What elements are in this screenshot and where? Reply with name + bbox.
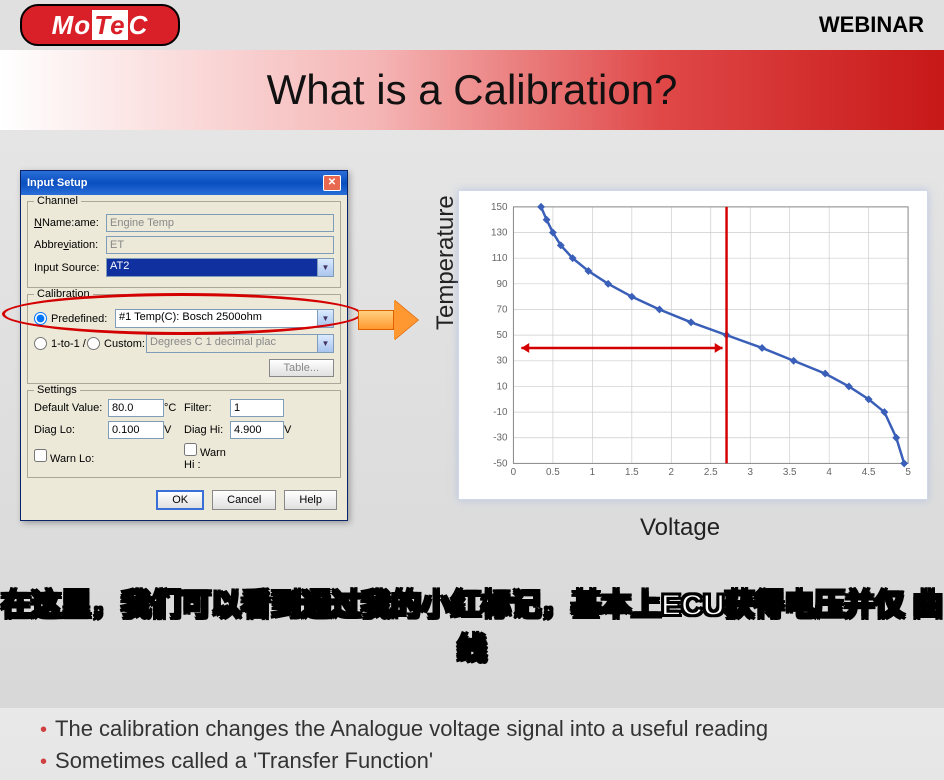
table-button[interactable]: Table... [269, 359, 334, 377]
arrow-icon [358, 300, 418, 340]
dialog-titlebar[interactable]: Input Setup ✕ [21, 171, 347, 195]
svg-text:110: 110 [492, 253, 508, 264]
bullet-1: •The calibration changes the Analogue vo… [40, 716, 768, 742]
input-source-value: AT2 [110, 260, 129, 272]
svg-text:-50: -50 [493, 458, 508, 469]
channel-legend: Channel [34, 195, 81, 207]
svg-text:5: 5 [905, 467, 911, 478]
logo-text: MoTeC [52, 10, 149, 41]
logo: MoTeC [20, 4, 180, 46]
svg-text:30: 30 [497, 356, 508, 367]
default-unit: °C [164, 402, 184, 414]
cancel-button[interactable]: Cancel [212, 490, 276, 510]
custom-value: Degrees C 1 decimal plac [150, 336, 276, 348]
custom-radio2[interactable] [87, 337, 100, 350]
chart-svg: 0 0.5 1 1.5 2 2.5 3 3.5 4 4.5 5 -50 -30 -10 10 30 50 70 90… [465, 197, 921, 493]
settings-legend: Settings [34, 384, 80, 396]
help-button[interactable]: Help [284, 490, 337, 510]
svg-text:3.5: 3.5 [783, 467, 797, 478]
dialog-title: Input Setup [27, 177, 88, 189]
diaglo-unit: V [164, 424, 184, 436]
warnhi-label: Warn Hi : [184, 443, 230, 471]
diaghi-field[interactable] [230, 421, 284, 439]
warnlo-label: Warn Lo: [34, 449, 108, 465]
svg-text:4.5: 4.5 [862, 467, 876, 478]
svg-text:-10: -10 [493, 407, 508, 418]
svg-text:0: 0 [511, 467, 517, 478]
svg-text:2: 2 [669, 467, 674, 478]
svg-text:0.5: 0.5 [546, 467, 560, 478]
bullet-list: •The calibration changes the Analogue vo… [40, 710, 768, 780]
bullet-2: •Sometimes called a 'Transfer Function' [40, 748, 768, 774]
slide-title: What is a Calibration? [0, 50, 944, 130]
svg-text:3: 3 [747, 467, 753, 478]
chevron-down-icon[interactable]: ▼ [317, 335, 333, 352]
chevron-down-icon[interactable]: ▼ [317, 259, 333, 276]
ok-button[interactable]: OK [156, 490, 204, 510]
filter-label: Filter: [184, 402, 230, 414]
channel-group: Channel NName:ame: Abbreviation: Input S… [27, 201, 341, 288]
custom-radio[interactable] [34, 337, 47, 350]
calibration-legend: Calibration [34, 288, 93, 300]
warnhi-check[interactable] [184, 443, 197, 456]
svg-text:-30: -30 [493, 433, 508, 444]
webinar-label: WEBINAR [819, 12, 924, 38]
header-bar: MoTeC WEBINAR [0, 0, 944, 50]
chart: 0 0.5 1 1.5 2 2.5 3 3.5 4 4.5 5 -50 -30 -10 10 30 50 70 90… [458, 190, 928, 500]
name-label: NName:ame: [34, 217, 106, 229]
custom-label: Custom: [104, 338, 146, 350]
predefined-label: Predefined: [51, 313, 115, 325]
name-field[interactable] [106, 214, 334, 232]
abbrev-field[interactable] [106, 236, 334, 254]
diaglo-label: Diag Lo: [34, 424, 108, 436]
input-setup-dialog: Input Setup ✕ Channel NName:ame: Abbrevi… [20, 170, 348, 521]
diaghi-unit: V [284, 424, 300, 436]
svg-text:2.5: 2.5 [704, 467, 718, 478]
chevron-down-icon[interactable]: ▼ [317, 310, 333, 327]
oneone-label: 1-to-1 / [51, 338, 87, 350]
svg-text:10: 10 [497, 381, 508, 392]
warnlo-check[interactable] [34, 449, 47, 462]
input-source-combo[interactable]: AT2 ▼ [106, 258, 334, 277]
x-axis-label: Voltage [640, 514, 720, 542]
close-icon[interactable]: ✕ [323, 175, 341, 191]
predefined-radio[interactable] [34, 312, 47, 325]
diaghi-label: Diag Hi: [184, 424, 230, 436]
dialog-buttons: OK Cancel Help [21, 484, 347, 520]
svg-text:50: 50 [497, 330, 508, 341]
custom-combo[interactable]: Degrees C 1 decimal plac ▼ [146, 334, 334, 353]
filter-field[interactable] [230, 399, 284, 417]
svg-text:150: 150 [491, 202, 508, 213]
svg-text:70: 70 [497, 304, 508, 315]
svg-text:1.5: 1.5 [625, 467, 639, 478]
default-label: Default Value: [34, 402, 108, 414]
predefined-value: #1 Temp(C): Bosch 2500ohm [119, 311, 262, 323]
svg-text:4: 4 [826, 467, 832, 478]
settings-group: Settings Default Value: °C Filter: Diag … [27, 390, 341, 478]
default-value-field[interactable] [108, 399, 164, 417]
y-axis-label: Temperature [432, 195, 460, 330]
svg-text:1: 1 [590, 467, 595, 478]
svg-text:130: 130 [491, 227, 508, 238]
source-label: Input Source: [34, 262, 106, 274]
content-area: Input Setup ✕ Channel NName:ame: Abbrevi… [0, 130, 944, 170]
diaglo-field[interactable] [108, 421, 164, 439]
abbrev-label: Abbreviation: [34, 239, 106, 251]
subtitle-overlay: 在这里，我们可以看到通过我的小红标记，基本上ECU获得电压并仅 曲线 [0, 580, 944, 668]
predefined-combo[interactable]: #1 Temp(C): Bosch 2500ohm ▼ [115, 309, 334, 328]
svg-text:90: 90 [497, 279, 508, 290]
calibration-group: Calibration Predefined: #1 Temp(C): Bosc… [27, 294, 341, 384]
